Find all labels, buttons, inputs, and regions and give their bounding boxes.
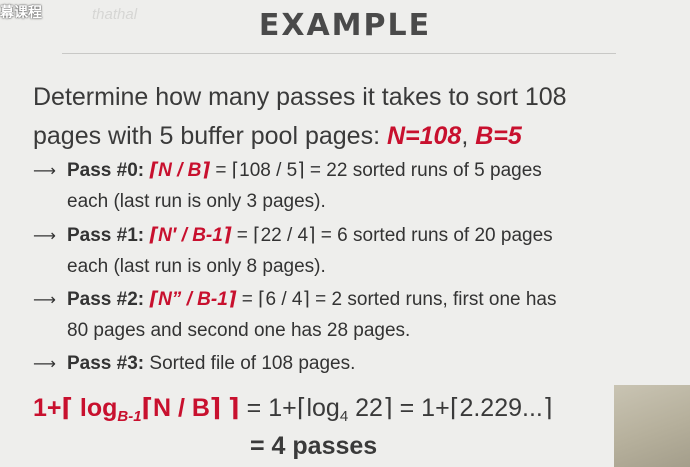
step-text: = ⌈6 / 4⌉ = 2 sorted runs, first one has <box>236 289 557 310</box>
intro-line-2: pages with 5 buffer pool pages: N=108, B… <box>33 117 567 156</box>
step-pass-3: ⟶ Pass #3: Sorted file of 108 pages. <box>33 348 355 379</box>
arrow-icon: ⟶ <box>33 354 56 373</box>
step-label: Pass #1: <box>67 225 145 246</box>
arrow-icon: ⟶ <box>33 161 56 180</box>
passes-formula: 1+⌈ logB-1⌈N / B⌉ ⌉ = 1+⌈log4 22⌉ = 1+⌈2… <box>33 393 553 425</box>
step-pass-1: ⟶ Pass #1: ⌈N′ / B-1⌉ = ⌈22 / 4⌉ = 6 sort… <box>33 220 553 282</box>
arrow-icon: ⟶ <box>33 290 56 309</box>
passes-result: = 4 passes <box>250 432 378 460</box>
step-formula: ⌈N” / B-1⌉ <box>149 289 237 310</box>
slide-title: EXAMPLE <box>258 8 432 43</box>
step-pass-0: ⟶ Pass #0: ⌈N / B⌉ = ⌈108 / 5⌉ = 22 sorte… <box>33 155 542 217</box>
step-label: Pass #2: <box>67 289 145 310</box>
intro-comma: , <box>461 122 476 150</box>
formula-red-prefix: 1+⌈ log <box>33 394 118 422</box>
step-continuation: 80 pages and second one has 28 pages. <box>67 320 411 341</box>
step-continuation: each (last run is only 8 pages). <box>67 256 326 277</box>
step-text: = ⌈108 / 5⌉ = 22 sorted runs of 5 pages <box>210 160 542 181</box>
video-overlay-corner <box>614 385 690 467</box>
formula-rest-subscript: 4 <box>339 408 349 425</box>
step-pass-2: ⟶ Pass #2: ⌈N” / B-1⌉ = ⌈6 / 4⌉ = 2 sorte… <box>33 284 557 346</box>
intro-line-1: Determine how many passes it takes to so… <box>33 83 567 111</box>
title-divider <box>62 53 616 54</box>
intro-line-2-text: pages with 5 buffer pool pages: <box>33 122 387 150</box>
step-continuation: each (last run is only 3 pages). <box>67 191 326 212</box>
formula-red: 1+⌈ logB-1⌈N / B⌉ ⌉ <box>33 394 240 425</box>
step-formula: ⌈N / B⌉ <box>149 160 211 181</box>
step-formula: ⌈N′ / B-1⌉ <box>149 225 232 246</box>
arrow-icon: ⟶ <box>33 226 56 245</box>
intro-paragraph: Determine how many passes it takes to so… <box>33 78 567 156</box>
formula-rest-1: = 1+⌈log <box>239 394 340 422</box>
step-text: = ⌈22 / 4⌉ = 6 sorted runs of 20 pages <box>231 225 553 246</box>
formula-red-mid: ⌈N / B⌉ ⌉ <box>141 394 240 422</box>
formula-rest-2: 22⌉ = 1+⌈2.229...⌉ <box>348 394 553 422</box>
step-label: Pass #0: <box>67 160 145 181</box>
b-variable: B=5 <box>475 122 522 150</box>
step-text: Sorted file of 108 pages. <box>144 353 356 374</box>
step-label: Pass #3: <box>67 353 145 374</box>
formula-red-subscript: B-1 <box>117 408 142 425</box>
n-variable: N=108 <box>386 122 462 150</box>
